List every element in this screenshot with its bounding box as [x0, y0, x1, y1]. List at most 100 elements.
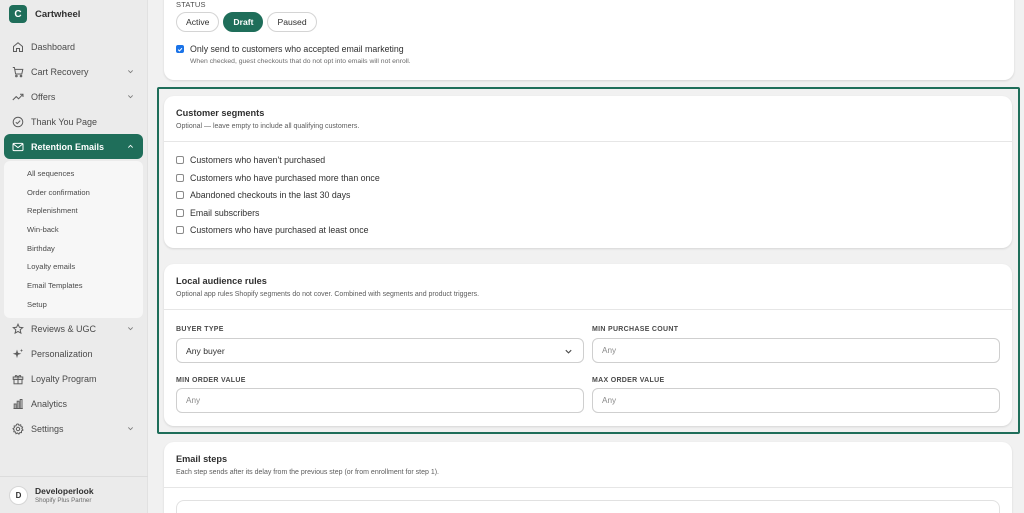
segment-checkbox[interactable]: [176, 226, 184, 234]
chevron-down-icon: [127, 93, 134, 100]
min-order-value-placeholder: Any: [186, 396, 201, 405]
segment-label: Abandoned checkouts in the last 30 days: [190, 190, 351, 200]
subnav-item-replenishment[interactable]: Replenishment: [4, 201, 143, 220]
brand-name: Cartwheel: [35, 8, 81, 20]
email-consent-checkbox[interactable]: [176, 45, 184, 53]
avatar: D: [9, 485, 28, 505]
sidebar-item-dashboard[interactable]: Dashboard: [4, 34, 143, 59]
home-icon: [12, 41, 24, 53]
sidebar-item-label: Reviews & UGC: [31, 323, 97, 334]
min-purchase-count-label: MIN PURCHASE COUNT: [592, 326, 679, 333]
check-circle-icon: [12, 116, 24, 128]
segment-option[interactable]: Customers who have purchased more than o…: [176, 173, 380, 183]
segment-checkbox[interactable]: [176, 191, 184, 199]
sidebar-item-label: Retention Emails: [31, 141, 105, 152]
buyer-type-select[interactable]: Any buyer: [176, 338, 584, 363]
chevron-down-icon: [127, 425, 134, 432]
retention-emails-subnav: All sequences Order confirmation Repleni…: [4, 161, 143, 318]
min-order-value-label: MIN ORDER VALUE: [176, 377, 246, 384]
subnav-item-setup[interactable]: Setup: [4, 295, 143, 314]
subnav-item-loyalty-emails[interactable]: Loyalty emails: [4, 257, 143, 276]
email-steps-card: Email steps Each step sends after its de…: [164, 442, 1012, 513]
min-order-value-input[interactable]: Any: [176, 388, 584, 413]
divider: [164, 309, 1012, 310]
chevron-up-icon: [127, 143, 134, 150]
brand-logo: C: [9, 5, 27, 23]
customer-segments-card: Customer segments Optional — leave empty…: [164, 96, 1012, 248]
segment-option[interactable]: Customers who have purchased at least on…: [176, 225, 368, 235]
sidebar-item-label: Offers: [31, 91, 56, 102]
rules-title: Local audience rules: [176, 276, 267, 286]
rules-subtitle: Optional app rules Shopify segments do n…: [176, 291, 480, 298]
email-consent-label: Only send to customers who accepted emai…: [190, 44, 404, 54]
segment-option[interactable]: Customers who haven't purchased: [176, 155, 325, 165]
subnav-item-win-back[interactable]: Win-back: [4, 220, 143, 239]
subnav-item-order-confirmation[interactable]: Order confirmation: [4, 183, 143, 202]
sidebar-item-offers[interactable]: Offers: [4, 84, 143, 109]
steps-title: Email steps: [176, 454, 228, 464]
brand[interactable]: C Cartwheel: [9, 5, 80, 23]
sidebar-item-label: Loyalty Program: [31, 373, 97, 384]
segment-option[interactable]: Email subscribers: [176, 208, 259, 218]
chevron-down-icon: [127, 68, 134, 75]
buyer-type-value: Any buyer: [186, 345, 225, 356]
sidebar-item-label: Personalization: [31, 348, 93, 359]
email-consent-help: When checked, guest checkouts that do no…: [190, 58, 411, 65]
status-label: STATUS: [176, 0, 206, 9]
user-role: Shopify Plus Partner: [35, 497, 92, 504]
sidebar-nav: Dashboard Cart Recovery Offers Thank You…: [4, 34, 143, 318]
segments-subtitle: Optional — leave empty to include all qu…: [176, 123, 360, 130]
segments-title: Customer segments: [176, 108, 265, 118]
subnav-item-email-templates[interactable]: Email Templates: [4, 276, 143, 295]
subnav-item-birthday[interactable]: Birthday: [4, 239, 143, 258]
sidebar-item-label: Analytics: [31, 398, 68, 409]
trend-icon: [12, 91, 24, 103]
chevron-down-icon: [127, 325, 134, 332]
subnav-item-all-sequences[interactable]: All sequences: [4, 164, 143, 183]
sidebar-item-analytics[interactable]: Analytics: [4, 391, 143, 416]
sidebar-item-retention-emails[interactable]: Retention Emails: [4, 134, 143, 159]
segment-checkbox[interactable]: [176, 208, 184, 217]
sidebar-item-cart-recovery[interactable]: Cart Recovery: [4, 59, 143, 84]
divider: [164, 141, 1012, 142]
status-option-active[interactable]: Active: [176, 12, 220, 32]
sidebar-item-personalization[interactable]: Personalization: [4, 341, 143, 366]
segment-label: Email subscribers: [190, 207, 260, 218]
sidebar-item-settings[interactable]: Settings: [4, 416, 143, 441]
sparkle-icon: [12, 348, 24, 360]
sidebar-item-label: Thank You Page: [31, 116, 98, 127]
email-consent-checkbox-row[interactable]: Only send to customers who accepted emai…: [176, 44, 404, 54]
sidebar-item-thank-you-page[interactable]: Thank You Page: [4, 109, 143, 134]
sidebar-item-reviews-ugc[interactable]: Reviews & UGC: [4, 316, 143, 341]
sidebar-item-loyalty-program[interactable]: Loyalty Program: [4, 366, 143, 391]
divider: [164, 487, 1012, 488]
segment-checkbox[interactable]: [176, 173, 184, 182]
max-order-value-label: MAX ORDER VALUE: [592, 377, 665, 384]
min-purchase-count-input[interactable]: Any: [592, 338, 1000, 363]
status-option-paused[interactable]: Paused: [267, 12, 317, 32]
gift-icon: [12, 373, 24, 385]
chevron-down-icon: [564, 347, 573, 356]
sidebar-nav-secondary: Reviews & UGC Personalization Loyalty Pr…: [4, 316, 143, 441]
segment-checkbox[interactable]: [176, 156, 184, 164]
min-purchase-count-placeholder: Any: [602, 346, 617, 355]
status-selector: Active Draft Paused: [176, 12, 321, 32]
local-audience-rules-card: Local audience rules Optional app rules …: [164, 264, 1012, 426]
sidebar: C Cartwheel Dashboard Cart Recovery Offe…: [0, 0, 148, 513]
user-name: Developerlook: [35, 486, 94, 496]
bar-chart-icon: [12, 398, 24, 410]
gear-icon: [12, 422, 24, 435]
segment-label: Customers who have purchased at least on…: [190, 225, 369, 235]
status-card: STATUS Active Draft Paused Only send to …: [164, 0, 1014, 80]
segment-label: Customers who have purchased more than o…: [190, 172, 380, 183]
star-icon: [12, 322, 24, 335]
segment-option[interactable]: Abandoned checkouts in the last 30 days: [176, 190, 350, 200]
steps-subtitle: Each step sends after its delay from the…: [176, 469, 440, 476]
email-step-item[interactable]: [176, 500, 1000, 513]
buyer-type-label: BUYER TYPE: [176, 326, 224, 333]
max-order-value-input[interactable]: Any: [592, 388, 1000, 413]
segment-label: Customers who haven't purchased: [190, 155, 326, 165]
mail-icon: [12, 141, 24, 153]
status-option-draft[interactable]: Draft: [223, 12, 264, 32]
user-account[interactable]: D Developerlook Shopify Plus Partner: [0, 476, 148, 513]
